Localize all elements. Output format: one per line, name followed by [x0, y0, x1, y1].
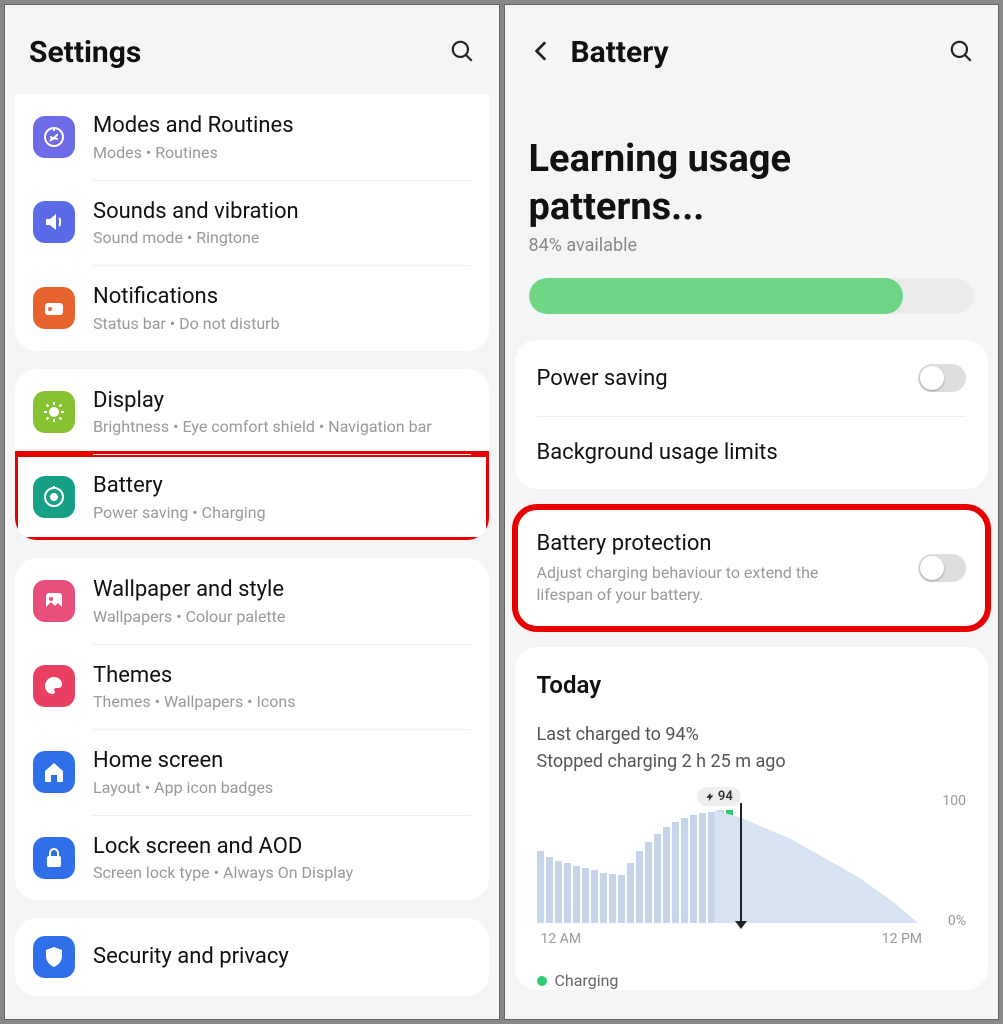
settings-row-notifications[interactable]: Notifications Status bar • Do not distur… — [15, 265, 489, 351]
settings-row-sounds[interactable]: Sounds and vibration Sound mode • Ringto… — [15, 180, 489, 266]
row-title: Home screen — [93, 747, 471, 776]
toggle-power_saving[interactable] — [918, 364, 966, 392]
battery-headline: Learning usage patterns... — [505, 136, 999, 231]
today-heading: Today — [537, 671, 967, 699]
settings-row-themes[interactable]: Themes Themes • Wallpapers • Icons — [15, 644, 489, 730]
y-min-label: 0% — [948, 913, 966, 929]
settings-row-battery[interactable]: Battery Power saving • Charging — [15, 454, 489, 540]
row-title: Security and privacy — [93, 943, 471, 972]
row-title: Sounds and vibration — [93, 198, 471, 227]
row-subtitle: Themes • Wallpapers • Icons — [93, 692, 471, 711]
battery-progress — [505, 256, 999, 340]
settings-group: Wallpaper and style Wallpapers • Colour … — [15, 558, 489, 900]
row-subtitle: Power saving • Charging — [93, 503, 471, 522]
page-title: Settings — [29, 35, 141, 70]
today-line1: Last charged to 94% — [537, 721, 967, 748]
settings-group: Modes and Routines Modes • Routines Soun… — [15, 94, 489, 351]
settings-row-wallpaper[interactable]: Wallpaper and style Wallpapers • Colour … — [15, 558, 489, 644]
settings-row-lock[interactable]: Lock screen and AOD Screen lock type • A… — [15, 815, 489, 901]
notif-icon — [33, 287, 75, 329]
toggle-protection[interactable] — [918, 554, 966, 582]
row-subtitle: Status bar • Do not disturb — [93, 314, 471, 333]
row-subtitle: Screen lock type • Always On Display — [93, 863, 471, 882]
row-title: Power saving — [537, 366, 668, 391]
settings-row-modes[interactable]: Modes and Routines Modes • Routines — [15, 94, 489, 180]
battery-header: Battery — [505, 15, 999, 94]
battery-chart: 94 100 0% 12 AM 12 PM — [537, 793, 967, 943]
chart-legend: Charging — [537, 971, 967, 990]
settings-group: Security and privacy — [15, 918, 489, 996]
row-title: Battery protection — [537, 531, 857, 556]
search-icon[interactable] — [948, 38, 974, 68]
themes-icon — [33, 665, 75, 707]
row-subtitle: Layout • App icon badges — [93, 778, 471, 797]
settings-group: Display Brightness • Eye comfort shield … — [15, 369, 489, 540]
battery-screen: Battery Learning usage patterns... 84% a… — [504, 4, 1000, 1020]
legend-dot-charging — [537, 976, 547, 986]
row-title: Lock screen and AOD — [93, 833, 471, 862]
settings-row-display[interactable]: Display Brightness • Eye comfort shield … — [15, 369, 489, 455]
legend-label: Charging — [555, 971, 619, 990]
battery-icon — [33, 476, 75, 518]
settings-row-security[interactable]: Security and privacy — [15, 918, 489, 996]
page-title: Battery — [571, 35, 669, 70]
y-max-label: 100 — [942, 793, 966, 809]
row-title: Wallpaper and style — [93, 576, 471, 605]
today-line2: Stopped charging 2 h 25 m ago — [537, 748, 967, 775]
x-left-label: 12 AM — [541, 931, 582, 947]
row-subtitle: Sound mode • Ringtone — [93, 228, 471, 247]
battery-row-bg_limits[interactable]: Background usage limits — [515, 416, 989, 489]
row-subtitle: Modes • Routines — [93, 143, 471, 162]
settings-screen: Settings Modes and Routines Modes • Rout… — [4, 4, 500, 1020]
row-title: Battery — [93, 472, 471, 501]
x-right-label: 12 PM — [882, 931, 922, 947]
row-title: Background usage limits — [537, 440, 778, 465]
shield-icon — [33, 936, 75, 978]
back-icon[interactable] — [529, 38, 555, 68]
chart-badge: 94 — [697, 787, 741, 806]
row-title: Display — [93, 387, 471, 416]
modes-icon — [33, 116, 75, 158]
row-title: Notifications — [93, 283, 471, 312]
row-title: Themes — [93, 662, 471, 691]
row-subtitle: Wallpapers • Colour palette — [93, 607, 471, 626]
row-subtitle: Brightness • Eye comfort shield • Naviga… — [93, 417, 471, 436]
search-icon[interactable] — [449, 38, 475, 68]
today-card: Today Last charged to 94% Stopped chargi… — [515, 647, 989, 990]
battery-row-protection[interactable]: Battery protection Adjust charging behav… — [515, 507, 989, 629]
row-subtitle: Adjust charging behaviour to extend the … — [537, 562, 857, 605]
wallpaper-icon — [33, 580, 75, 622]
home-icon — [33, 751, 75, 793]
battery-row-power_saving[interactable]: Power saving — [515, 340, 989, 416]
battery-available: 84% available — [505, 231, 999, 256]
row-title: Modes and Routines — [93, 112, 471, 141]
lock-icon — [33, 837, 75, 879]
battery-options-card: Power saving Background usage limits — [515, 340, 989, 489]
battery-protection-card: Battery protection Adjust charging behav… — [515, 507, 989, 629]
sound-icon — [33, 201, 75, 243]
settings-row-home[interactable]: Home screen Layout • App icon badges — [15, 729, 489, 815]
settings-header: Settings — [5, 15, 499, 94]
display-icon — [33, 391, 75, 433]
